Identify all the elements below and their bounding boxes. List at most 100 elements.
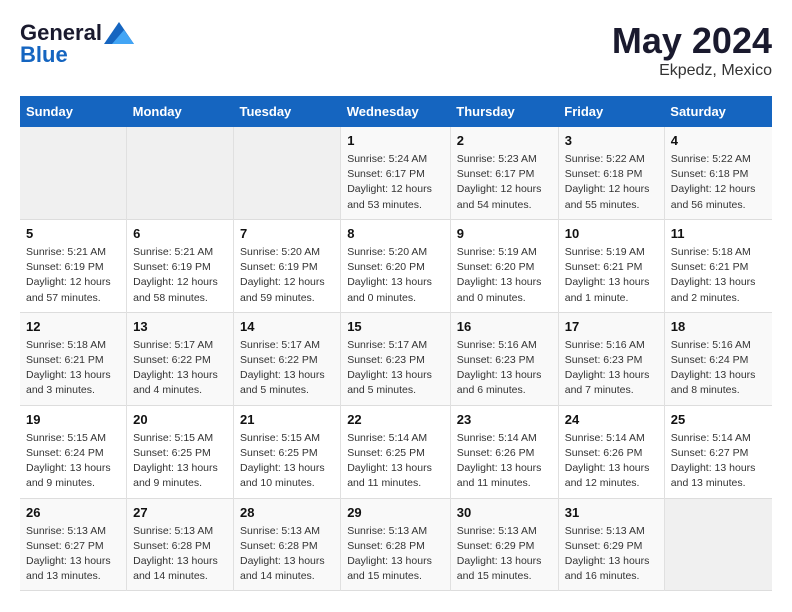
calendar-cell: 6Sunrise: 5:21 AM Sunset: 6:19 PM Daylig…: [127, 219, 234, 312]
calendar-cell: 14 Sunrise: 5:17 AM Sunset: 6:22 PM Dayli…: [234, 312, 341, 405]
calendar-cell: 12Sunrise: 5:18 AM Sunset: 6:21 PM Dayli…: [20, 312, 127, 405]
calendar-cell: 2 Sunrise: 5:23 AM Sunset: 6:17 PM Daylig…: [450, 127, 558, 219]
calendar-table: SundayMondayTuesdayWednesdayThursdayFrid…: [20, 96, 772, 591]
day-info: Sunrise: 5:13 AM Sunset: 6:29 PM Dayligh…: [457, 524, 552, 585]
day-info: Sunrise: 5:13 AM Sunset: 6:28 PM Dayligh…: [240, 524, 334, 585]
day-info: Sunrise: 5:21 AM Sunset: 6:19 PM Dayligh…: [133, 245, 227, 306]
calendar-cell: 20 Sunrise: 5:15 AM Sunset: 6:25 PM Dayli…: [127, 405, 234, 498]
day-number: 30: [457, 505, 552, 520]
calendar-cell: 28 Sunrise: 5:13 AM Sunset: 6:28 PM Dayli…: [234, 498, 341, 591]
day-info: Sunrise: 5:17 AM Sunset: 6:22 PM Dayligh…: [240, 338, 334, 399]
day-number: 25: [671, 412, 766, 427]
day-number: 11: [671, 226, 766, 241]
day-number: 18: [671, 319, 766, 334]
logo: General Blue: [20, 20, 134, 68]
weekday-header: Thursday: [450, 96, 558, 127]
calendar-cell: 27 Sunrise: 5:13 AM Sunset: 6:28 PM Dayli…: [127, 498, 234, 591]
weekday-header: Monday: [127, 96, 234, 127]
day-info: Sunrise: 5:14 AM Sunset: 6:27 PM Dayligh…: [671, 431, 766, 492]
calendar-cell: 15Sunrise: 5:17 AM Sunset: 6:23 PM Dayli…: [341, 312, 451, 405]
calendar-cell: 29 Sunrise: 5:13 AM Sunset: 6:28 PM Dayli…: [341, 498, 451, 591]
day-number: 14: [240, 319, 334, 334]
day-info: Sunrise: 5:14 AM Sunset: 6:25 PM Dayligh…: [347, 431, 444, 492]
calendar-cell: 8 Sunrise: 5:20 AM Sunset: 6:20 PM Daylig…: [341, 219, 451, 312]
day-number: 10: [565, 226, 658, 241]
day-info: Sunrise: 5:17 AM Sunset: 6:22 PM Dayligh…: [133, 338, 227, 399]
calendar-cell: 5 Sunrise: 5:21 AM Sunset: 6:19 PM Daylig…: [20, 219, 127, 312]
day-info: Sunrise: 5:22 AM Sunset: 6:18 PM Dayligh…: [671, 152, 766, 213]
day-info: Sunrise: 5:18 AM Sunset: 6:21 PM Dayligh…: [671, 245, 766, 306]
weekday-header: Sunday: [20, 96, 127, 127]
day-info: Sunrise: 5:13 AM Sunset: 6:27 PM Dayligh…: [26, 524, 120, 585]
calendar-cell: 16 Sunrise: 5:16 AM Sunset: 6:23 PM Dayli…: [450, 312, 558, 405]
calendar-cell: 18 Sunrise: 5:16 AM Sunset: 6:24 PM Dayli…: [664, 312, 772, 405]
logo-blue: Blue: [20, 42, 68, 68]
page-header: General Blue May 2024 Ekpedz, Mexico: [20, 20, 772, 80]
calendar-cell: 21Sunrise: 5:15 AM Sunset: 6:25 PM Dayli…: [234, 405, 341, 498]
calendar-cell: [234, 127, 341, 219]
day-info: Sunrise: 5:16 AM Sunset: 6:23 PM Dayligh…: [457, 338, 552, 399]
calendar-cell: 31 Sunrise: 5:13 AM Sunset: 6:29 PM Dayli…: [558, 498, 664, 591]
day-number: 31: [565, 505, 658, 520]
day-number: 8: [347, 226, 444, 241]
day-number: 19: [26, 412, 120, 427]
calendar-week-row: 26 Sunrise: 5:13 AM Sunset: 6:27 PM Dayli…: [20, 498, 772, 591]
day-number: 1: [347, 133, 444, 148]
calendar-week-row: 1 Sunrise: 5:24 AM Sunset: 6:17 PM Daylig…: [20, 127, 772, 219]
day-number: 21: [240, 412, 334, 427]
calendar-cell: 26 Sunrise: 5:13 AM Sunset: 6:27 PM Dayli…: [20, 498, 127, 591]
calendar-cell: 17 Sunrise: 5:16 AM Sunset: 6:23 PM Dayli…: [558, 312, 664, 405]
weekday-header: Wednesday: [341, 96, 451, 127]
calendar-cell: [664, 498, 772, 591]
day-number: 29: [347, 505, 444, 520]
day-info: Sunrise: 5:24 AM Sunset: 6:17 PM Dayligh…: [347, 152, 444, 213]
day-number: 5: [26, 226, 120, 241]
day-number: 4: [671, 133, 766, 148]
day-number: 26: [26, 505, 120, 520]
title-block: May 2024 Ekpedz, Mexico: [612, 20, 772, 80]
calendar-cell: 24Sunrise: 5:14 AM Sunset: 6:26 PM Dayli…: [558, 405, 664, 498]
day-number: 9: [457, 226, 552, 241]
day-info: Sunrise: 5:13 AM Sunset: 6:28 PM Dayligh…: [347, 524, 444, 585]
day-info: Sunrise: 5:20 AM Sunset: 6:19 PM Dayligh…: [240, 245, 334, 306]
calendar-cell: 9 Sunrise: 5:19 AM Sunset: 6:20 PM Daylig…: [450, 219, 558, 312]
month-title: May 2024: [612, 20, 772, 62]
location: Ekpedz, Mexico: [612, 62, 772, 80]
calendar-week-row: 12Sunrise: 5:18 AM Sunset: 6:21 PM Dayli…: [20, 312, 772, 405]
calendar-cell: 7 Sunrise: 5:20 AM Sunset: 6:19 PM Daylig…: [234, 219, 341, 312]
day-info: Sunrise: 5:21 AM Sunset: 6:19 PM Dayligh…: [26, 245, 120, 306]
day-number: 28: [240, 505, 334, 520]
day-info: Sunrise: 5:16 AM Sunset: 6:24 PM Dayligh…: [671, 338, 766, 399]
day-info: Sunrise: 5:13 AM Sunset: 6:29 PM Dayligh…: [565, 524, 658, 585]
calendar-cell: 13Sunrise: 5:17 AM Sunset: 6:22 PM Dayli…: [127, 312, 234, 405]
day-number: 3: [565, 133, 658, 148]
weekday-header: Friday: [558, 96, 664, 127]
day-number: 20: [133, 412, 227, 427]
day-info: Sunrise: 5:18 AM Sunset: 6:21 PM Dayligh…: [26, 338, 120, 399]
day-number: 22: [347, 412, 444, 427]
day-info: Sunrise: 5:13 AM Sunset: 6:28 PM Dayligh…: [133, 524, 227, 585]
day-number: 23: [457, 412, 552, 427]
calendar-cell: 22 Sunrise: 5:14 AM Sunset: 6:25 PM Dayli…: [341, 405, 451, 498]
day-info: Sunrise: 5:20 AM Sunset: 6:20 PM Dayligh…: [347, 245, 444, 306]
day-number: 2: [457, 133, 552, 148]
day-info: Sunrise: 5:16 AM Sunset: 6:23 PM Dayligh…: [565, 338, 658, 399]
calendar-cell: 1 Sunrise: 5:24 AM Sunset: 6:17 PM Daylig…: [341, 127, 451, 219]
day-number: 17: [565, 319, 658, 334]
calendar-cell: 3Sunrise: 5:22 AM Sunset: 6:18 PM Daylig…: [558, 127, 664, 219]
calendar-cell: [127, 127, 234, 219]
weekday-header-row: SundayMondayTuesdayWednesdayThursdayFrid…: [20, 96, 772, 127]
day-number: 15: [347, 319, 444, 334]
day-number: 16: [457, 319, 552, 334]
day-number: 27: [133, 505, 227, 520]
calendar-cell: [20, 127, 127, 219]
day-info: Sunrise: 5:15 AM Sunset: 6:25 PM Dayligh…: [133, 431, 227, 492]
calendar-week-row: 5 Sunrise: 5:21 AM Sunset: 6:19 PM Daylig…: [20, 219, 772, 312]
day-info: Sunrise: 5:23 AM Sunset: 6:17 PM Dayligh…: [457, 152, 552, 213]
calendar-cell: 30 Sunrise: 5:13 AM Sunset: 6:29 PM Dayli…: [450, 498, 558, 591]
day-number: 7: [240, 226, 334, 241]
day-info: Sunrise: 5:15 AM Sunset: 6:24 PM Dayligh…: [26, 431, 120, 492]
day-info: Sunrise: 5:19 AM Sunset: 6:21 PM Dayligh…: [565, 245, 658, 306]
day-info: Sunrise: 5:14 AM Sunset: 6:26 PM Dayligh…: [457, 431, 552, 492]
day-info: Sunrise: 5:19 AM Sunset: 6:20 PM Dayligh…: [457, 245, 552, 306]
